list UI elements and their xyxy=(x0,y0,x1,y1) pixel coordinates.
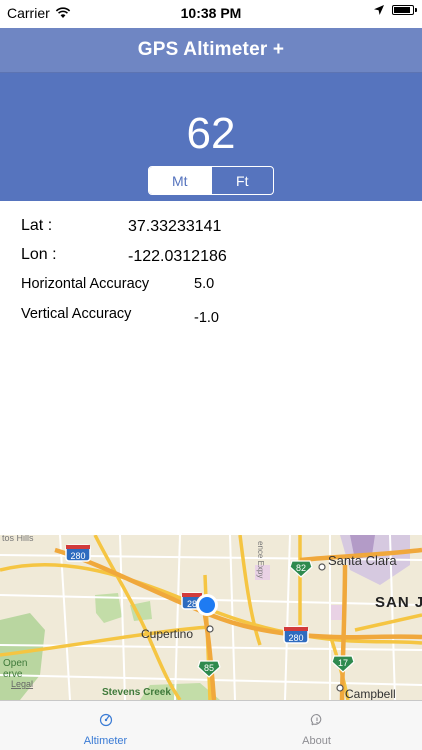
altitude-panel: 62 Mt Ft xyxy=(0,73,422,201)
map-view[interactable]: 280 28 280 82 85 17 Santa Clara SAN J Cu… xyxy=(0,535,422,700)
i280-shield-b: 280 xyxy=(283,626,309,644)
map-canvas: 280 28 280 82 85 17 Santa Clara SAN J Cu… xyxy=(0,535,422,700)
i280-shield-a: 280 xyxy=(65,544,91,562)
unit-segmented-control[interactable]: Mt Ft xyxy=(148,166,274,195)
location-arrow-icon xyxy=(374,5,384,15)
status-bar: Carrier 10:38 PM xyxy=(0,0,422,28)
open-space-label: Open xyxy=(3,658,27,669)
lon-value: -122.0312186 xyxy=(128,248,227,265)
svg-text:280: 280 xyxy=(288,633,303,643)
vertical-accuracy-value: -1.0 xyxy=(194,310,219,326)
lat-value: 37.33233141 xyxy=(128,218,222,235)
lon-label: Lon : xyxy=(21,246,57,263)
ca82-shield: 82 xyxy=(289,560,313,578)
tab-bar: Altimeter About xyxy=(0,700,422,750)
tab-about-label: About xyxy=(302,735,331,747)
unit-meters-segment[interactable]: Mt xyxy=(149,167,211,194)
altitude-value: 62 xyxy=(186,109,236,158)
los-altos-hills-label: tos Hills xyxy=(2,535,34,543)
unit-feet-segment[interactable]: Ft xyxy=(210,167,274,194)
status-time: 10:38 PM xyxy=(180,5,242,21)
about-chat-icon xyxy=(309,713,321,727)
tab-altimeter-label: Altimeter xyxy=(83,735,128,747)
page-title: GPS Altimeter + xyxy=(137,39,285,60)
legal-link: Legal xyxy=(11,679,33,689)
svg-text:17: 17 xyxy=(338,658,348,668)
ca17-shield: 17 xyxy=(331,655,355,673)
svg-text:280: 280 xyxy=(70,551,85,561)
lawrence-expy-label: ence Expy xyxy=(256,541,265,578)
tab-altimeter[interactable]: Altimeter xyxy=(0,701,211,750)
svg-text:85: 85 xyxy=(204,663,214,673)
horizontal-accuracy-value: 5.0 xyxy=(194,276,215,292)
status-right xyxy=(374,5,417,15)
altimeter-icon xyxy=(99,713,112,727)
svg-text:28: 28 xyxy=(187,599,197,609)
battery-icon xyxy=(392,5,417,15)
horizontal-accuracy-label: Horizontal Accuracy xyxy=(21,276,150,292)
place-dot xyxy=(318,563,326,571)
vertical-accuracy-label: Vertical Accuracy xyxy=(21,306,132,322)
tab-about[interactable]: About xyxy=(211,701,422,750)
svg-text:82: 82 xyxy=(296,563,306,573)
san-jose-label: SAN J xyxy=(375,594,422,611)
stevens-creek-label: Stevens Creek xyxy=(102,687,171,698)
current-location-icon xyxy=(196,594,218,616)
campbell-label: Campbell xyxy=(345,687,396,700)
place-dot xyxy=(336,684,344,692)
ca85-shield: 85 xyxy=(197,660,221,678)
place-dot xyxy=(206,625,214,633)
santa-clara-label: Santa Clara xyxy=(328,553,397,568)
nav-bar: GPS Altimeter + xyxy=(0,28,422,72)
cupertino-label: Cupertino xyxy=(141,627,193,641)
lat-label: Lat : xyxy=(21,217,53,234)
